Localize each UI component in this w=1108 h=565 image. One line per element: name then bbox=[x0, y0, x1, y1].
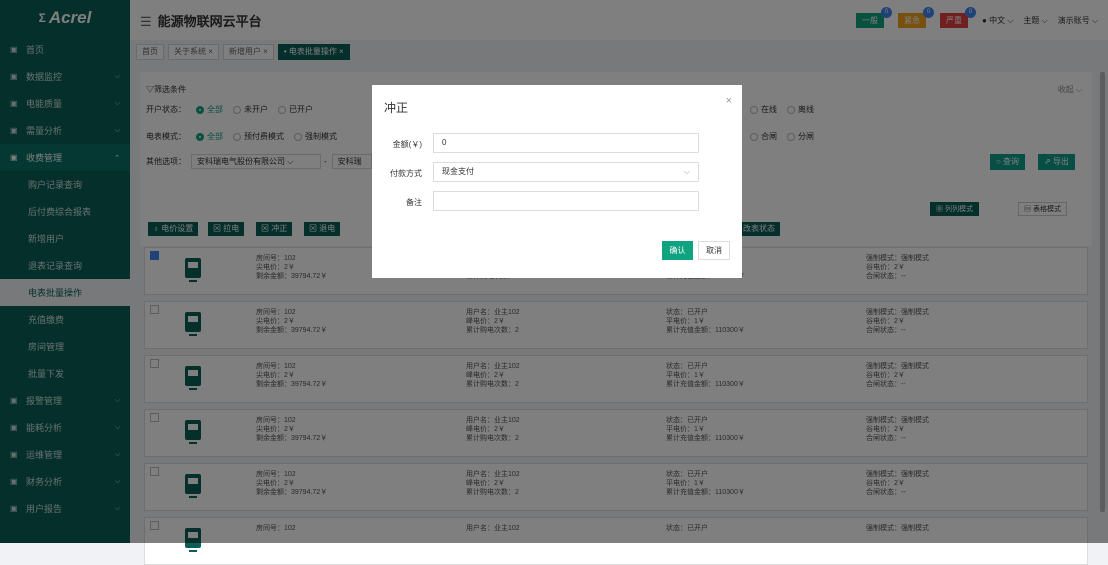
modal-title: 冲正 bbox=[384, 101, 409, 115]
amount-input[interactable]: 0 bbox=[433, 133, 699, 153]
cancel-button[interactable]: 取消 bbox=[698, 241, 730, 260]
pay-method-select[interactable]: 现金支付 ⌵ bbox=[433, 162, 699, 182]
chevron-down-icon: ⌵ bbox=[683, 167, 690, 176]
close-icon[interactable]: × bbox=[726, 95, 732, 107]
note-input[interactable] bbox=[433, 191, 699, 211]
note-label: 备注 bbox=[406, 198, 422, 207]
correction-modal: 冲正 × 金额(￥) 0 付款方式 现金支付 ⌵ 备注 确认 取消 bbox=[372, 85, 742, 278]
amount-label: 金额(￥) bbox=[392, 140, 422, 149]
pay-method-value: 现金支付 bbox=[442, 167, 474, 176]
pay-method-label: 付款方式 bbox=[390, 169, 422, 178]
confirm-button[interactable]: 确认 bbox=[662, 241, 693, 260]
